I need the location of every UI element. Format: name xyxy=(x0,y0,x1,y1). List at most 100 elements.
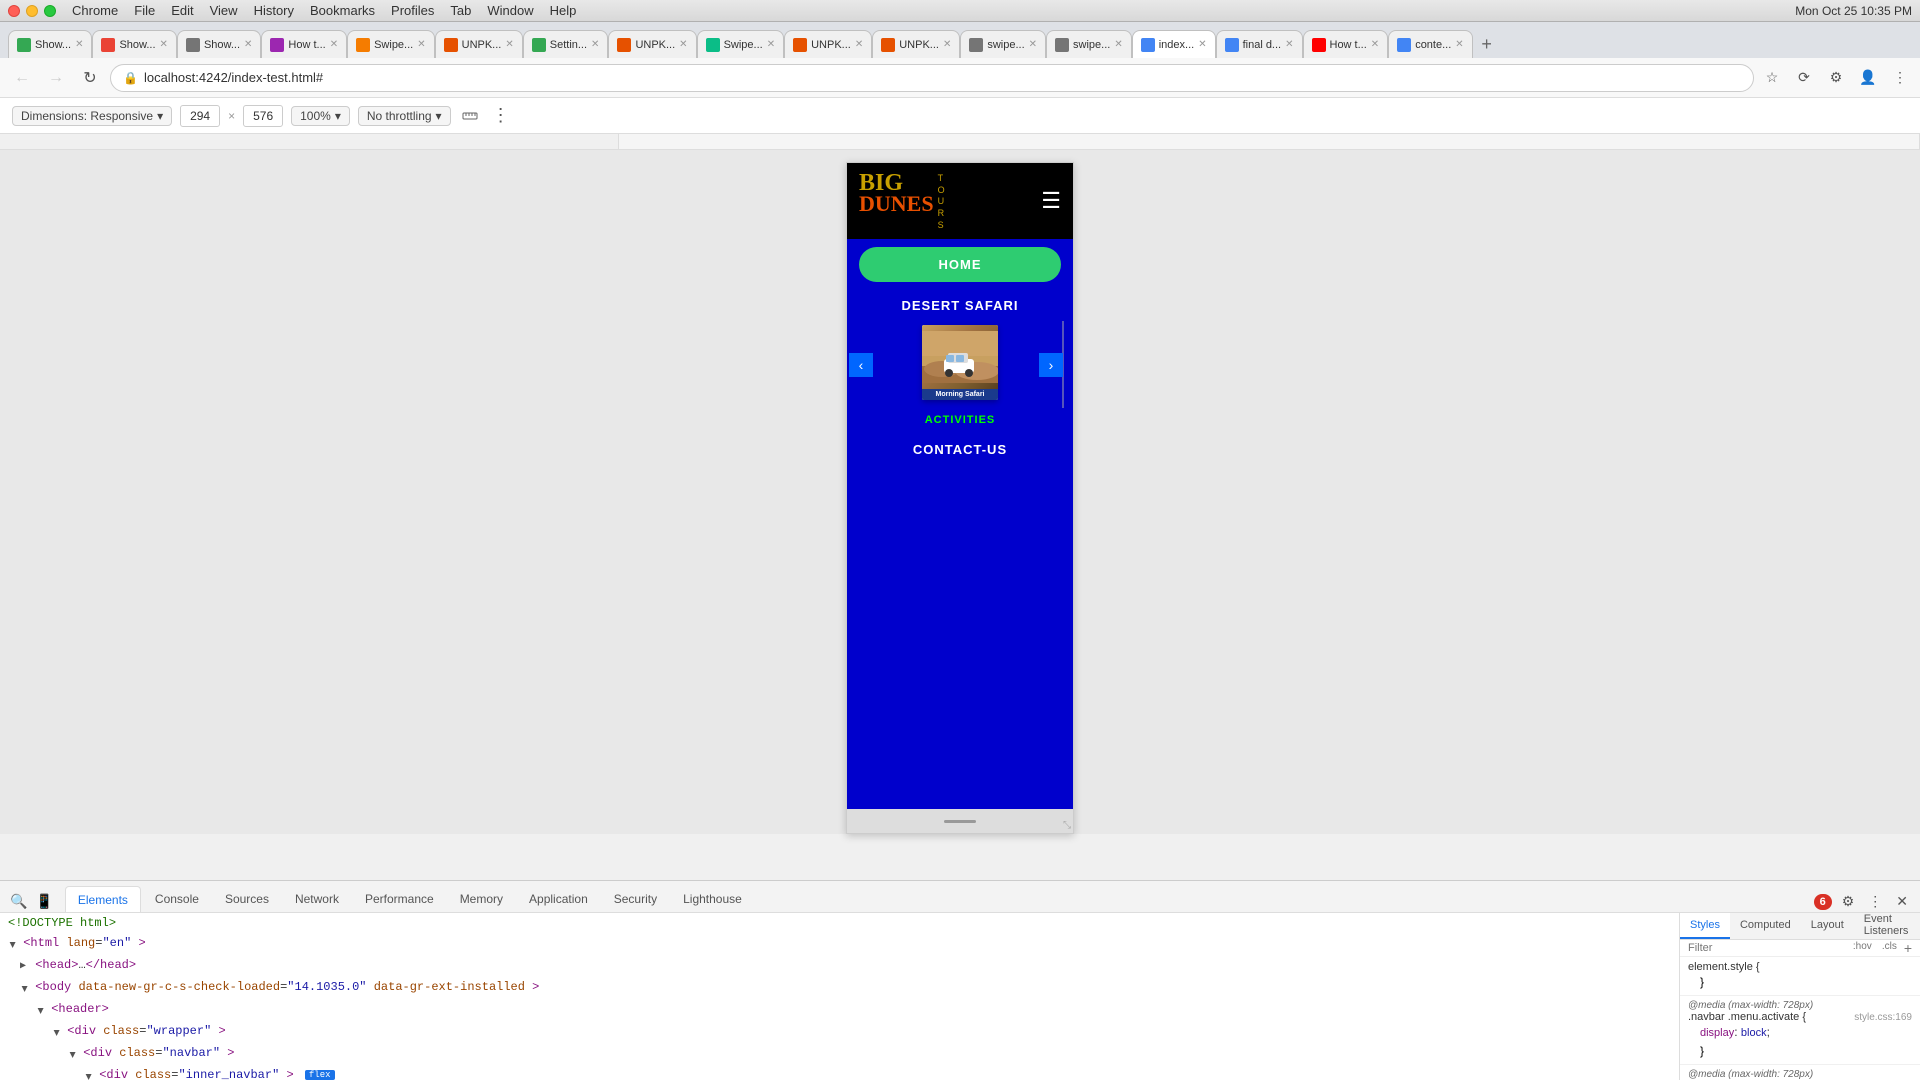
tab-close[interactable]: ✕ xyxy=(943,39,951,50)
filter-input[interactable] xyxy=(1688,942,1850,954)
devtools-tab-lighthouse[interactable]: Lighthouse xyxy=(671,886,754,912)
html-line-body[interactable]: ▶ <body data-new-gr-c-s-check-loaded="14… xyxy=(0,977,1679,999)
carousel-prev-button[interactable]: ‹ xyxy=(849,353,873,377)
tab-close[interactable]: ✕ xyxy=(244,39,252,50)
close-button[interactable] xyxy=(8,5,20,17)
menu-tab[interactable]: Tab xyxy=(450,3,471,18)
profile-icon[interactable]: 👤 xyxy=(1856,66,1880,90)
tab-close[interactable]: ✕ xyxy=(1198,39,1206,50)
tab-close[interactable]: ✕ xyxy=(330,39,338,50)
html-line-doctype[interactable]: <!DOCTYPE html> xyxy=(0,913,1679,933)
devtools-settings-icon[interactable]: ⚙ xyxy=(1838,891,1859,912)
tab-0[interactable]: Show... ✕ xyxy=(8,30,92,58)
reload-icon[interactable]: ⟳ xyxy=(1792,66,1816,90)
tab-1[interactable]: Show... ✕ xyxy=(92,30,176,58)
tab-11[interactable]: swipe... ✕ xyxy=(960,30,1046,58)
minimize-button[interactable] xyxy=(26,5,38,17)
tab-6[interactable]: Settin... ✕ xyxy=(523,30,609,58)
menu-file[interactable]: File xyxy=(134,3,155,18)
devtools-tab-performance[interactable]: Performance xyxy=(353,886,446,912)
tab-5[interactable]: UNPK... ✕ xyxy=(435,30,523,58)
menu-profiles[interactable]: Profiles xyxy=(391,3,434,18)
nav-activities[interactable]: ACTIVITIES xyxy=(847,408,1073,432)
new-tab-button[interactable]: + xyxy=(1473,30,1501,58)
tab-close[interactable]: ✕ xyxy=(505,39,513,50)
dimensions-dropdown[interactable]: Dimensions: Responsive ▾ xyxy=(12,106,172,126)
menu-edit[interactable]: Edit xyxy=(171,3,193,18)
hov-filter-button[interactable]: :hov xyxy=(1850,940,1875,956)
html-line-inner-navbar[interactable]: ▶ <div class="inner_navbar" > flex xyxy=(0,1065,1679,1080)
menu-bookmarks[interactable]: Bookmarks xyxy=(310,3,375,18)
width-input[interactable] xyxy=(180,105,220,127)
styles-tab-computed[interactable]: Computed xyxy=(1730,913,1801,939)
devtools-tab-sources[interactable]: Sources xyxy=(213,886,281,912)
tab-3[interactable]: How t... ✕ xyxy=(261,30,347,58)
styles-tab-event-listeners[interactable]: Event Listeners xyxy=(1854,913,1920,939)
devtools-tab-elements[interactable]: Elements xyxy=(65,886,141,912)
tab-close[interactable]: ✕ xyxy=(1114,39,1122,50)
tab-close[interactable]: ✕ xyxy=(679,39,687,50)
tab-close[interactable]: ✕ xyxy=(1455,39,1463,50)
styles-tab-layout[interactable]: Layout xyxy=(1801,913,1854,939)
devtools-inspect-icon[interactable]: 🔍 xyxy=(8,891,29,912)
address-bar[interactable]: 🔒 localhost:4242/index-test.html# xyxy=(110,64,1754,92)
more-options-icon[interactable]: ⋮ xyxy=(489,104,513,128)
carousel-next-button[interactable]: › xyxy=(1039,353,1063,377)
devtools-tab-console[interactable]: Console xyxy=(143,886,211,912)
tab-close[interactable]: ✕ xyxy=(1285,39,1293,50)
bookmark-star-icon[interactable]: ☆ xyxy=(1760,66,1784,90)
html-line-wrapper[interactable]: ▶ <div class="wrapper" > xyxy=(0,1021,1679,1043)
tab-8[interactable]: Swipe... ✕ xyxy=(697,30,785,58)
tab-13-active[interactable]: index... ✕ xyxy=(1132,30,1216,58)
forward-button[interactable]: → xyxy=(42,64,70,92)
html-line-head[interactable]: ▶ <head>…</head> xyxy=(0,955,1679,977)
tab-12[interactable]: swipe... ✕ xyxy=(1046,30,1132,58)
reload-button[interactable]: ↻ xyxy=(76,64,104,92)
back-button[interactable]: ← xyxy=(8,64,36,92)
tab-2[interactable]: Show... ✕ xyxy=(177,30,261,58)
tab-16[interactable]: conte... ✕ xyxy=(1388,30,1472,58)
html-line-html[interactable]: ▶ <html lang="en" > xyxy=(0,933,1679,955)
html-line-header[interactable]: ▶ <header> xyxy=(0,999,1679,1021)
tab-close[interactable]: ✕ xyxy=(1371,39,1379,50)
tab-close[interactable]: ✕ xyxy=(855,39,863,50)
resize-handle-icon[interactable]: ⤡ xyxy=(1063,820,1071,831)
tab-close[interactable]: ✕ xyxy=(1029,39,1037,50)
tab-close[interactable]: ✕ xyxy=(767,39,775,50)
extensions-icon[interactable]: ⚙ xyxy=(1824,66,1848,90)
nav-home[interactable]: HOME xyxy=(859,247,1061,282)
devtools-device-icon[interactable]: 📱 xyxy=(33,891,54,912)
tab-4[interactable]: Swipe... ✕ xyxy=(347,30,435,58)
menu-window[interactable]: Window xyxy=(487,3,533,18)
devtools-tab-security[interactable]: Security xyxy=(602,886,669,912)
styles-tab-styles[interactable]: Styles xyxy=(1680,913,1730,939)
devtools-close-icon[interactable]: ✕ xyxy=(1892,891,1912,912)
devtools-more-icon[interactable]: ⋮ xyxy=(1864,891,1886,912)
nav-desert-safari[interactable]: DESERT SAFARI xyxy=(847,290,1073,321)
menu-view[interactable]: View xyxy=(210,3,238,18)
html-line-navbar[interactable]: ▶ <div class="navbar" > xyxy=(0,1043,1679,1065)
tab-7[interactable]: UNPK... ✕ xyxy=(608,30,696,58)
nav-contact[interactable]: CONTACT-US xyxy=(847,432,1073,467)
more-icon[interactable]: ⋮ xyxy=(1888,66,1912,90)
devtools-tab-memory[interactable]: Memory xyxy=(448,886,515,912)
height-input[interactable] xyxy=(243,105,283,127)
cls-filter-button[interactable]: .cls xyxy=(1879,940,1900,956)
tab-close[interactable]: ✕ xyxy=(591,39,599,50)
throttle-dropdown[interactable]: No throttling ▾ xyxy=(358,106,451,126)
tab-14[interactable]: final d... ✕ xyxy=(1216,30,1303,58)
tab-close[interactable]: ✕ xyxy=(160,39,168,50)
devtools-tab-network[interactable]: Network xyxy=(283,886,351,912)
tab-15[interactable]: How t... ✕ xyxy=(1303,30,1389,58)
tab-close[interactable]: ✕ xyxy=(75,39,83,50)
menu-help[interactable]: Help xyxy=(550,3,577,18)
maximize-button[interactable] xyxy=(44,5,56,17)
menu-chrome[interactable]: Chrome xyxy=(72,3,118,18)
zoom-dropdown[interactable]: 100% ▾ xyxy=(291,106,350,126)
hamburger-menu-icon[interactable]: ☰ xyxy=(1041,188,1061,214)
tab-9[interactable]: UNPK... ✕ xyxy=(784,30,872,58)
devtools-tab-application[interactable]: Application xyxy=(517,886,600,912)
tab-10[interactable]: UNPK... ✕ xyxy=(872,30,960,58)
tab-close[interactable]: ✕ xyxy=(417,39,425,50)
menu-history[interactable]: History xyxy=(254,3,294,18)
